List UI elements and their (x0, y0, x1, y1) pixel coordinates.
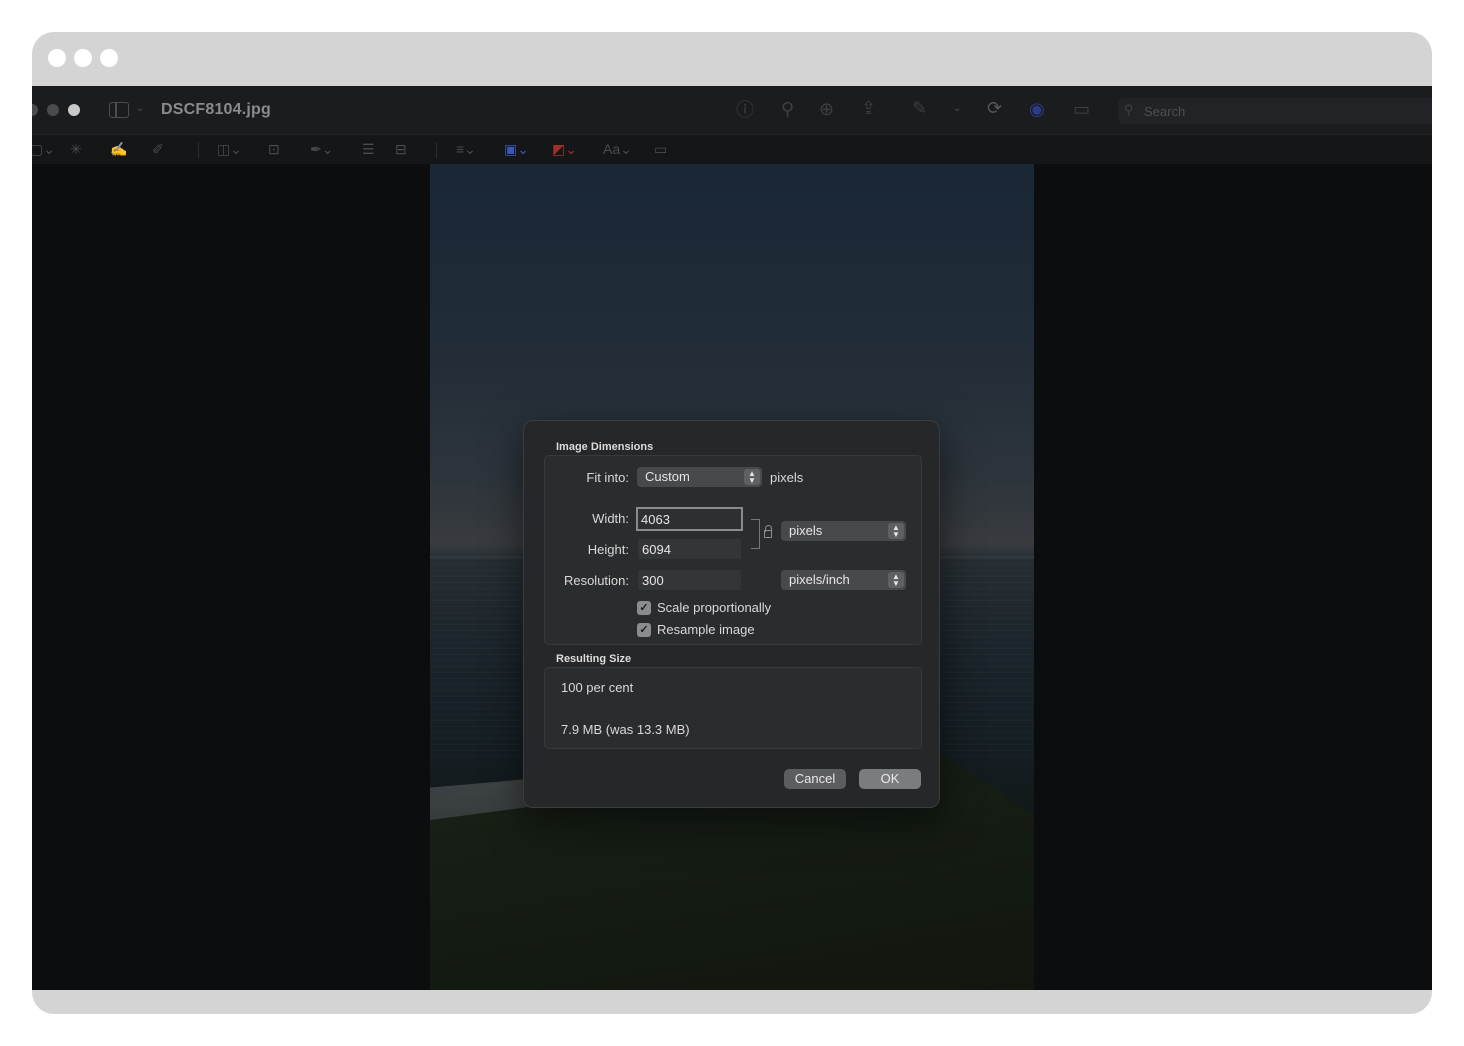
fill-color-icon[interactable]: ◩⌄ (552, 141, 577, 157)
search-input[interactable] (1144, 101, 1414, 121)
dimensions-group: Fit into: Custom ▲▼ pixels Width: Height… (544, 455, 922, 645)
scale-proportionally-label: Scale proportionally (657, 600, 772, 615)
search-field[interactable]: ⚲ (1118, 98, 1432, 124)
window-controls (32, 104, 80, 116)
text-style-icon[interactable]: Aa⌄ (603, 141, 632, 157)
markup-pen-icon[interactable]: ✎ (912, 99, 927, 117)
rotate-icon[interactable]: ⟳ (987, 99, 1002, 117)
image-dimensions-heading: Image Dimensions (556, 441, 654, 453)
resolution-unit-value: pixels/inch (789, 572, 850, 587)
shapes-icon[interactable]: ◫⌄ (217, 141, 242, 157)
markup-toolbar: ▢⌄ ✳ ✍ ✐ ◫⌄ ⊡ ✒⌄ ☰ ⊟ ≡⌄ ▣⌄ ◩⌄ Aa⌄ ▭ (32, 134, 1432, 164)
ok-button[interactable]: OK (859, 769, 921, 789)
note-icon[interactable]: ▭ (654, 141, 667, 157)
chevron-down-icon[interactable]: ⌄ (136, 103, 144, 114)
resolution-label: Resolution: (563, 573, 629, 588)
resolution-field[interactable] (638, 570, 741, 590)
scale-proportionally-row[interactable]: ✓ Scale proportionally (637, 600, 771, 615)
border-color-icon[interactable]: ▣⌄ (504, 141, 529, 157)
frame-minimize-dot[interactable] (74, 49, 92, 67)
toolbar-divider (436, 142, 437, 158)
toolbar-divider (198, 142, 199, 158)
width-field[interactable] (636, 507, 743, 531)
up-down-arrows-icon: ▲ ▼ (888, 572, 904, 588)
result-file-size: 7.9 MB (was 13.3 MB) (561, 722, 690, 737)
zoom-button[interactable] (68, 104, 80, 116)
fit-into-label: Fit into: (586, 470, 629, 485)
search-icon: ⚲ (1124, 102, 1134, 117)
highlight-icon[interactable]: ▭ (1073, 100, 1090, 118)
up-down-arrows-icon: ▲ ▼ (744, 469, 760, 485)
instant-alpha-icon[interactable]: ✳ (70, 141, 82, 157)
markup-icon[interactable]: ◉ (1029, 100, 1045, 118)
adjust-color-icon[interactable]: ☰ (362, 141, 375, 157)
result-percent: 100 per cent (561, 680, 634, 695)
lock-icon[interactable] (764, 525, 772, 538)
up-down-arrows-icon: ▲ ▼ (888, 523, 904, 539)
zoom-in-icon[interactable]: ⊕ (819, 100, 834, 118)
resample-image-label: Resample image (657, 622, 755, 637)
text-icon[interactable]: ⊡ (268, 141, 280, 157)
title-bar: ⌄ DSCF8104.jpg ⓘ ⚲ ⊕ ⇪ ✎ ⌄ ⟳ ◉ ▭ ⚲ (32, 86, 1432, 134)
size-unit-popup[interactable]: pixels ▲ ▼ (781, 521, 906, 541)
resample-image-checkbox[interactable]: ✓ (637, 622, 651, 637)
frame-zoom-dot[interactable] (100, 49, 118, 67)
draw-icon[interactable]: ✐ (152, 141, 164, 157)
fit-into-unit: pixels (770, 470, 804, 485)
browser-frame: ⌄ DSCF8104.jpg ⓘ ⚲ ⊕ ⇪ ✎ ⌄ ⟳ ◉ ▭ ⚲ ▢⌄ ✳ … (32, 32, 1432, 1014)
document-title: DSCF8104.jpg (161, 101, 271, 118)
height-field[interactable] (638, 539, 741, 559)
adjust-size-dialog: Image Dimensions Fit into: Custom ▲ ▼ pix… (523, 420, 940, 808)
frame-close-dot[interactable] (48, 49, 66, 67)
minimize-button[interactable] (47, 104, 59, 116)
info-icon[interactable]: ⓘ (736, 101, 754, 119)
resulting-size-heading: Resulting Size (556, 653, 632, 665)
width-label: Width: (592, 511, 629, 526)
shape-style-icon[interactable]: ≡⌄ (456, 141, 476, 157)
resolution-unit-popup[interactable]: pixels/inch ▲ ▼ (781, 570, 906, 590)
size-unit-value: pixels (789, 523, 823, 538)
height-label: Height: (587, 542, 629, 557)
cancel-button[interactable]: Cancel (784, 769, 846, 789)
frame-window-controls (48, 49, 118, 67)
scale-proportionally-checkbox[interactable]: ✓ (637, 600, 651, 615)
resulting-size-group: 100 per cent 7.9 MB (was 13.3 MB) (544, 667, 922, 749)
sidebar-toggle-icon[interactable] (109, 102, 129, 118)
preview-window: ⌄ DSCF8104.jpg ⓘ ⚲ ⊕ ⇪ ✎ ⌄ ⟳ ◉ ▭ ⚲ ▢⌄ ✳ … (32, 86, 1432, 990)
resample-image-row[interactable]: ✓ Resample image (637, 622, 755, 637)
proportion-bracket (751, 519, 760, 549)
selection-icon[interactable]: ▢⌄ (32, 141, 55, 157)
sketch-icon[interactable]: ✍ (110, 141, 127, 157)
sign-icon[interactable]: ✒⌄ (310, 141, 333, 157)
markup-chevron-icon[interactable]: ⌄ (953, 103, 961, 114)
image-canvas: Image Dimensions Fit into: Custom ▲ ▼ pix… (32, 164, 1432, 990)
close-button[interactable] (32, 104, 38, 116)
fit-into-popup[interactable]: Custom ▲ ▼ (637, 467, 762, 487)
share-icon[interactable]: ⇪ (861, 99, 876, 117)
adjust-size-icon[interactable]: ⊟ (395, 141, 407, 157)
fit-into-value: Custom (645, 469, 690, 484)
zoom-out-icon[interactable]: ⚲ (781, 100, 794, 118)
